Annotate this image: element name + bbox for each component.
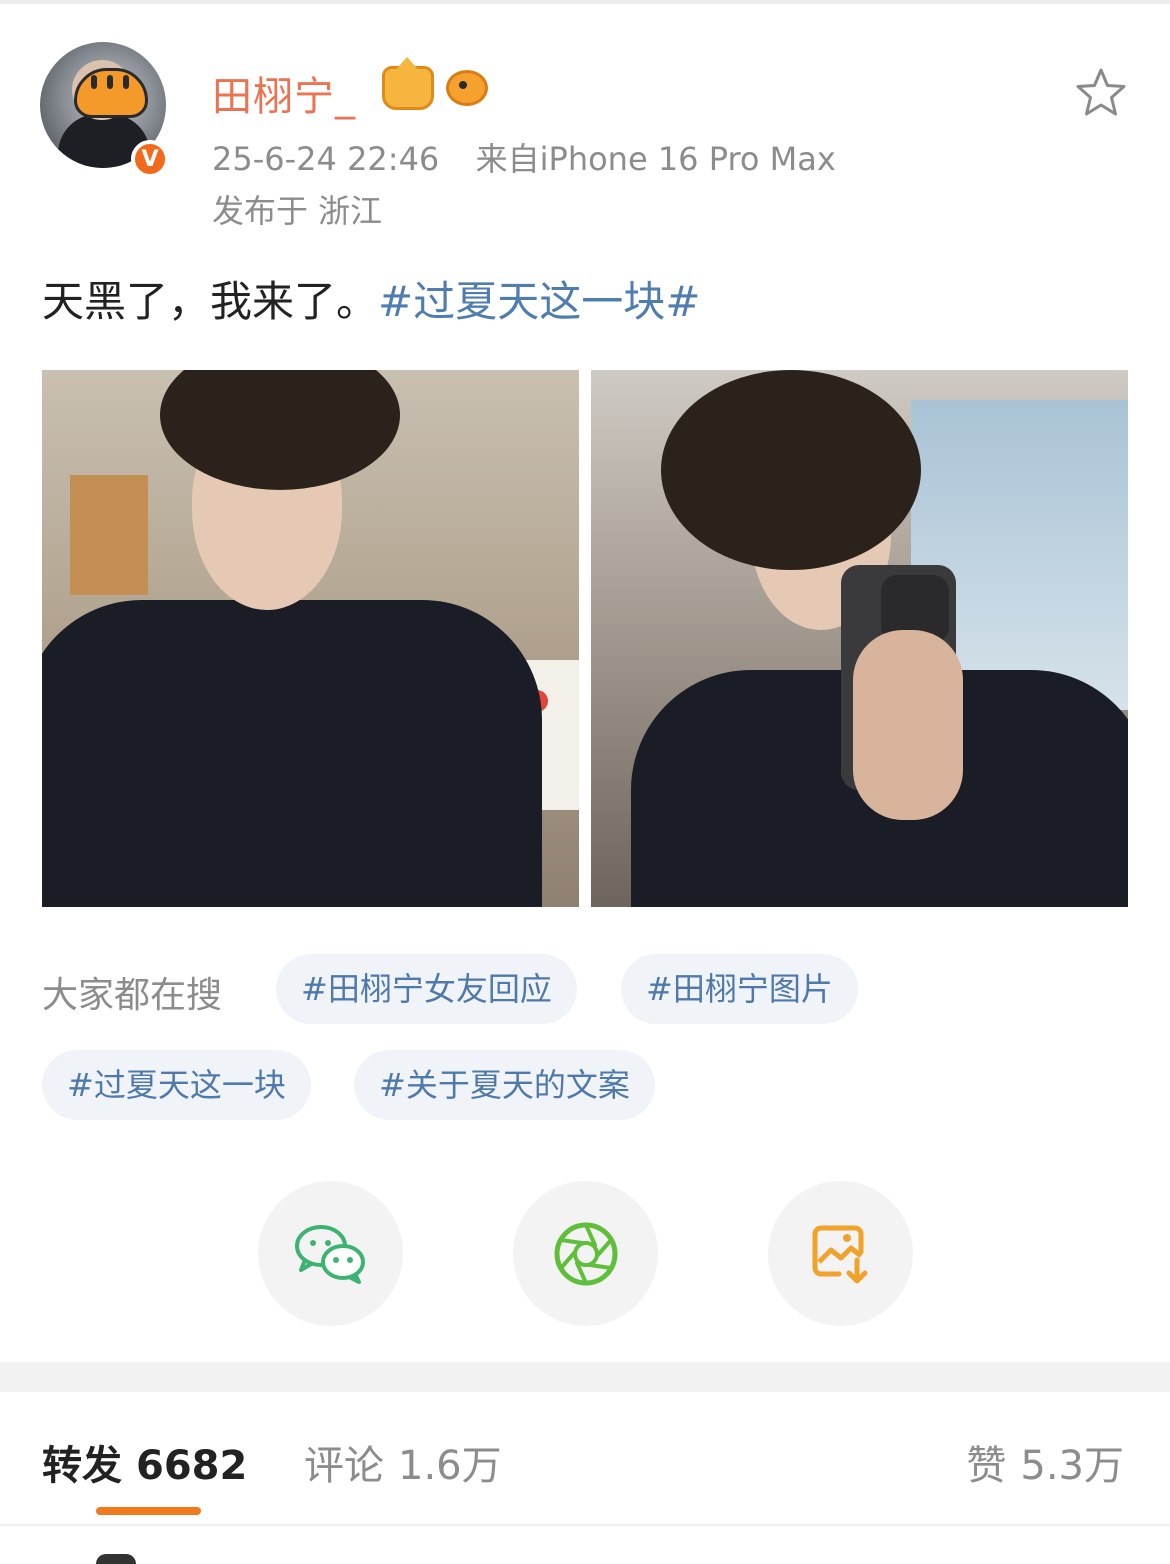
tab-bar-divider: [0, 1524, 1170, 1526]
section-divider: [0, 1362, 1170, 1392]
post-image-2[interactable]: [591, 370, 1128, 907]
post-timestamp: 25-6-24 22:46: [212, 140, 440, 178]
share-wechat-button[interactable]: [258, 1181, 403, 1326]
hot-search-tag[interactable]: #过夏天这一块: [42, 1050, 311, 1120]
tab-repost[interactable]: 转发 6682: [42, 1433, 247, 1491]
post-text: 天黑了，我来了。#过夏天这一块#: [42, 268, 700, 329]
post-hashtag-link[interactable]: #过夏天这一块#: [378, 277, 700, 326]
post-meta: 25-6-24 22:46 来自iPhone 16 Pro Max: [212, 134, 836, 180]
hot-search-tag[interactable]: #田栩宁女友回应: [276, 954, 577, 1024]
crown-badge-icon[interactable]: [382, 57, 434, 110]
tab-repost-label: 转发: [42, 1443, 122, 1489]
username[interactable]: 田栩宁_: [212, 64, 356, 122]
post-source: 来自iPhone 16 Pro Max: [475, 140, 836, 178]
tab-repost-count: 6682: [136, 1443, 248, 1489]
star-icon[interactable]: [1074, 66, 1128, 120]
next-item-avatar-peek: [96, 1554, 136, 1564]
verified-badge-icon: V: [131, 140, 169, 178]
tiger-avatar-frame-icon: [74, 68, 148, 118]
hot-search-tag[interactable]: #田栩宁图片: [621, 954, 858, 1024]
post-body: 天黑了，我来了。: [42, 277, 379, 326]
tab-comment-count: 1.6万: [398, 1443, 502, 1489]
tab-like-label: 赞: [966, 1443, 1007, 1489]
active-tab-indicator: [96, 1507, 201, 1515]
post-image-1[interactable]: [42, 370, 579, 907]
top-divider: [0, 0, 1170, 4]
save-image-icon: [812, 1225, 867, 1283]
tab-like[interactable]: 赞 5.3万: [966, 1433, 1124, 1491]
hot-search-label: 大家都在搜: [42, 975, 223, 1016]
tab-like-count: 5.3万: [1020, 1443, 1124, 1489]
tab-comment-label: 评论: [304, 1443, 384, 1489]
pufferfish-badge-icon[interactable]: [446, 70, 488, 106]
hot-search-tag[interactable]: #关于夏天的文案: [354, 1050, 655, 1120]
tab-comment[interactable]: 评论 1.6万: [304, 1433, 502, 1491]
post-location: 发布于 浙江: [212, 192, 383, 230]
wechat-icon: [294, 1224, 365, 1284]
save-image-button[interactable]: [768, 1181, 913, 1326]
moments-icon: [554, 1222, 617, 1285]
share-moments-button[interactable]: [513, 1181, 658, 1326]
